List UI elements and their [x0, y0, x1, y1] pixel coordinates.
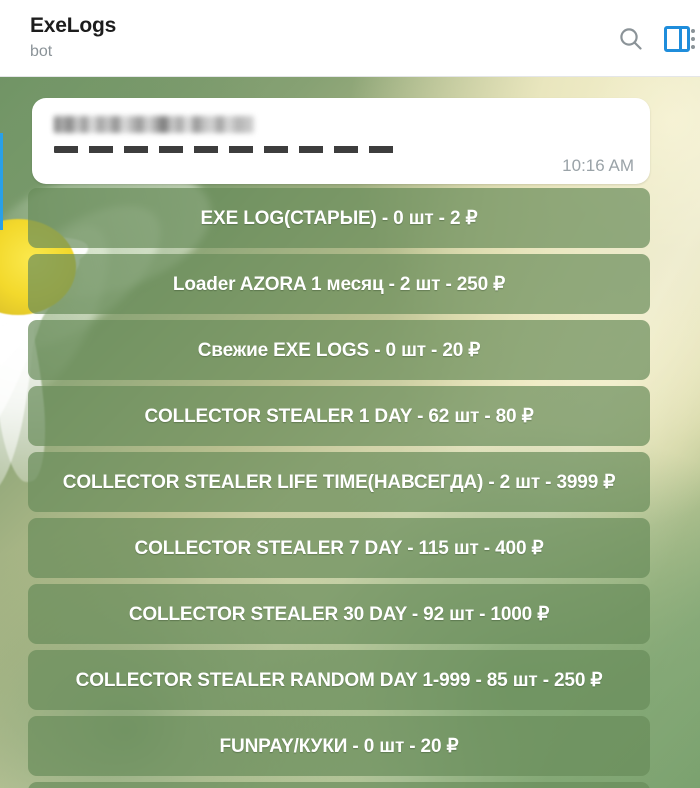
keyboard-button-label: Свежие EXE LOGS - 0 шт - 20 ₽	[197, 339, 481, 361]
chat-subtitle: bot	[30, 43, 53, 60]
keyboard-button-label: COLLECTOR STEALER 1 DAY - 62 шт - 80 ₽	[144, 405, 534, 427]
message-timestamp: 10:16 AM	[562, 156, 634, 175]
message-bubble[interactable]: 10:16 AM	[32, 98, 650, 184]
keyboard-button-collector-7-day[interactable]: COLLECTOR STEALER 7 DAY - 115 шт - 400 ₽	[28, 518, 650, 578]
inline-keyboard: EXE LOG(СТАРЫЕ) - 0 шт - 2 ₽ Loader AZOR…	[28, 188, 650, 788]
header-actions	[608, 0, 700, 77]
keyboard-button-collector-lifetime[interactable]: COLLECTOR STEALER LIFE TIME(НАВСЕГДА) - …	[28, 452, 650, 512]
keyboard-button-collector-30-day[interactable]: COLLECTOR STEALER 30 DAY - 92 шт - 1000 …	[28, 584, 650, 644]
keyboard-button-label: FUNPAY/КУКИ - 0 шт - 20 ₽	[219, 735, 459, 757]
redacted-dashes-line	[54, 146, 394, 153]
dot	[691, 28, 695, 33]
keyboard-button-funpay-cookies[interactable]: FUNPAY/КУКИ - 0 шт - 20 ₽	[28, 716, 650, 776]
keyboard-button-label: COLLECTOR STEALER 30 DAY - 92 шт - 1000 …	[128, 603, 550, 625]
dot	[691, 44, 695, 49]
keyboard-button-label: COLLECTOR STEALER LIFE TIME(НАВСЕГДА) - …	[62, 471, 616, 493]
keyboard-button-label: COLLECTOR STEALER 7 DAY - 115 шт - 400 ₽	[134, 537, 544, 559]
keyboard-button-label: EXE LOG(СТАРЫЕ) - 0 шт - 2 ₽	[200, 207, 478, 229]
keyboard-button-exe-log-old[interactable]: EXE LOG(СТАРЫЕ) - 0 шт - 2 ₽	[28, 188, 650, 248]
keyboard-button-next-partial[interactable]	[28, 782, 650, 788]
keyboard-button-label: COLLECTOR STEALER RANDOM DAY 1-999 - 85 …	[75, 669, 603, 691]
telegram-bot-chat-window: ExeLogs bot 10:16 AM EXE LOG(СТАРЫЕ) - 0…	[0, 0, 700, 788]
dot	[691, 36, 695, 41]
keyboard-button-collector-1-day[interactable]: COLLECTOR STEALER 1 DAY - 62 шт - 80 ₽	[28, 386, 650, 446]
keyboard-button-label: Loader AZORA 1 месяц - 2 шт - 250 ₽	[172, 273, 506, 295]
chat-header: ExeLogs bot	[0, 0, 700, 77]
chat-scroll-area[interactable]: 10:16 AM EXE LOG(СТАРЫЕ) - 0 шт - 2 ₽ Lo…	[0, 77, 700, 788]
redacted-text-line	[54, 116, 254, 133]
scroll-position-indicator[interactable]	[0, 133, 3, 230]
keyboard-button-loader-azora[interactable]: Loader AZORA 1 месяц - 2 шт - 250 ₽	[28, 254, 650, 314]
chat-identity[interactable]: ExeLogs bot	[30, 13, 116, 63]
search-button[interactable]	[608, 16, 654, 62]
keyboard-button-fresh-exe-logs[interactable]: Свежие EXE LOGS - 0 шт - 20 ₽	[28, 320, 650, 380]
search-icon	[618, 26, 644, 52]
keyboard-button-collector-random-day[interactable]: COLLECTOR STEALER RANDOM DAY 1-999 - 85 …	[28, 650, 650, 710]
page-title: ExeLogs	[30, 14, 117, 37]
more-vertical-icon[interactable]	[682, 16, 700, 62]
